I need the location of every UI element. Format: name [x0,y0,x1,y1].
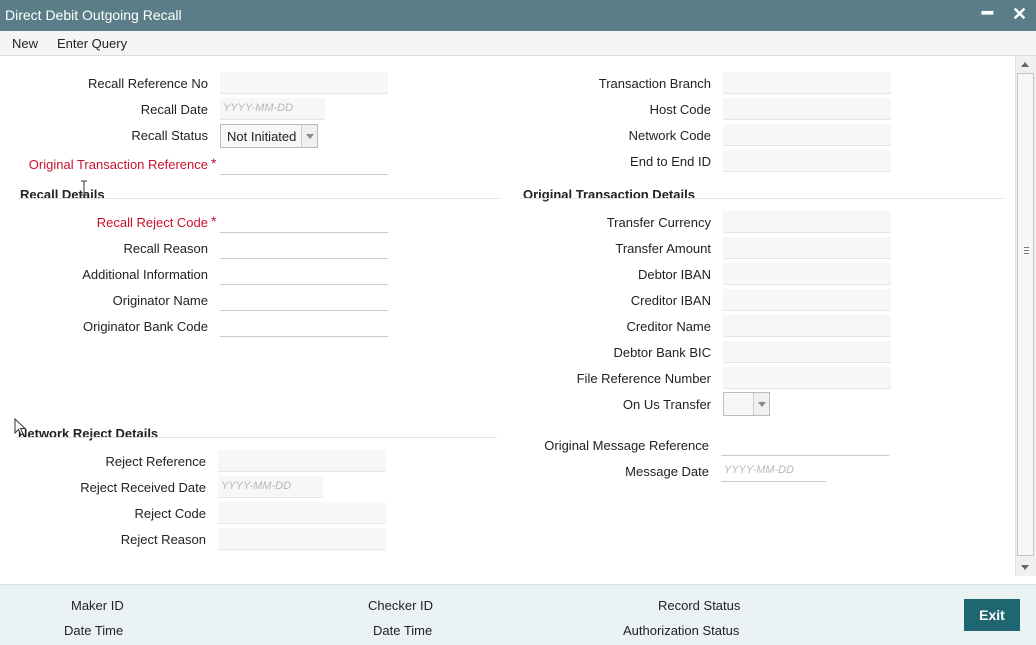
close-icon[interactable]: ✕ [1012,3,1027,25]
end-to-end-id-label: End to End ID [630,154,711,169]
menu-new[interactable]: New [12,36,38,51]
grip-icon [1024,247,1029,254]
checker-id-label: Checker ID [368,598,434,613]
scroll-down-icon[interactable] [1021,565,1029,570]
text-cursor-icon [81,180,87,196]
recall-reject-code-label: Recall Reject Code [96,215,208,230]
transfer-currency-field[interactable] [723,211,891,233]
creditor-name-field[interactable] [723,315,891,337]
network-code-label: Network Code [628,128,711,143]
reject-reference-field[interactable] [218,450,386,472]
host-code-label: Host Code [649,102,711,117]
original-message-reference-label: Original Message Reference [544,438,709,453]
exit-button[interactable]: Exit [964,599,1020,631]
additional-information-label: Additional Information [82,267,208,282]
file-reference-number-field[interactable] [723,367,891,389]
transfer-amount-label: Transfer Amount [615,241,711,256]
original-transaction-reference-label: Original Transaction Reference [28,157,208,172]
checker-date-time-label: Date Time [373,623,433,638]
menu-enter-query[interactable]: Enter Query [57,36,127,51]
file-reference-number-label: File Reference Number [576,371,711,386]
scrollbar-thumb[interactable] [1017,73,1034,556]
creditor-iban-field[interactable] [723,289,891,311]
reject-code-field[interactable] [218,502,386,524]
audit-footer: Maker ID Date Time Checker ID Date Time … [0,584,1036,645]
host-code-field[interactable] [723,98,891,120]
recall-reject-code-field[interactable] [220,211,388,233]
recall-reason-label: Recall Reason [123,241,208,256]
recall-status-select[interactable]: Not Initiated [220,124,318,148]
transfer-amount-field[interactable] [723,237,891,259]
creditor-iban-label: Creditor IBAN [630,293,711,308]
recall-reference-no-field[interactable] [220,72,388,94]
originator-name-field[interactable] [220,289,388,311]
original-transaction-details-heading: Original Transaction Details [523,187,695,202]
transfer-currency-label: Transfer Currency [606,215,711,230]
recall-reference-no-label: Recall Reference No [88,76,208,91]
message-date-label: Message Date [625,464,709,479]
debtor-bank-bic-field[interactable] [723,341,891,363]
recall-date-label: Recall Date [140,102,208,117]
recall-date-field[interactable]: YYYY-MM-DD [220,98,325,120]
required-asterisk: * [211,213,217,229]
debtor-iban-label: Debtor IBAN [638,267,711,282]
recall-status-value: Not Initiated [227,129,297,144]
section-divider [18,198,500,199]
reject-reference-label: Reject Reference [105,454,206,469]
window-title: Direct Debit Outgoing Recall [5,7,182,23]
transaction-branch-field[interactable] [723,72,891,94]
reject-reason-field[interactable] [218,528,386,550]
menu-bar: New Enter Query [0,31,1036,56]
network-reject-details-heading: Network Reject Details [18,426,159,441]
originator-bank-code-field[interactable] [220,315,388,337]
recall-status-label: Recall Status [131,128,208,143]
vertical-scrollbar[interactable] [1015,56,1036,576]
original-transaction-reference-field[interactable] [220,153,388,175]
pointer-cursor-icon [14,418,26,436]
reject-code-label: Reject Code [134,506,206,521]
message-date-field[interactable]: YYYY-MM-DD [721,460,826,482]
scroll-up-icon[interactable] [1021,62,1029,67]
chevron-down-icon[interactable] [301,125,317,147]
debtor-iban-field[interactable] [723,263,891,285]
recall-reason-field[interactable] [220,237,388,259]
reject-reason-label: Reject Reason [120,532,206,547]
authorization-status-label: Authorization Status [623,623,740,638]
additional-information-field[interactable] [220,263,388,285]
originator-name-label: Originator Name [112,293,208,308]
window-titlebar: Direct Debit Outgoing Recall ━ ✕ [0,0,1036,31]
recall-details-heading: Recall Details [20,187,105,202]
maker-date-time-label: Date Time [64,623,124,638]
creditor-name-label: Creditor Name [626,319,711,334]
debtor-bank-bic-label: Debtor Bank BIC [613,345,711,360]
originator-bank-code-label: Originator Bank Code [82,319,208,334]
maker-id-label: Maker ID [71,598,124,613]
end-to-end-id-field[interactable] [723,150,891,172]
reject-received-date-field[interactable]: YYYY-MM-DD [218,476,323,498]
on-us-transfer-select[interactable] [723,392,770,416]
chevron-down-icon[interactable] [753,393,769,415]
section-divider [521,198,1004,199]
transaction-branch-label: Transaction Branch [598,76,711,91]
minimize-icon[interactable]: ━ [982,2,993,24]
network-code-field[interactable] [723,124,891,146]
section-divider [16,437,497,438]
original-message-reference-field[interactable] [721,434,889,456]
on-us-transfer-label: On Us Transfer [622,397,711,412]
record-status-label: Record Status [658,598,741,613]
form-area: Recall Reference No Recall Date YYYY-MM-… [0,56,1015,584]
reject-received-date-label: Reject Received Date [80,480,206,495]
required-asterisk: * [211,155,217,171]
